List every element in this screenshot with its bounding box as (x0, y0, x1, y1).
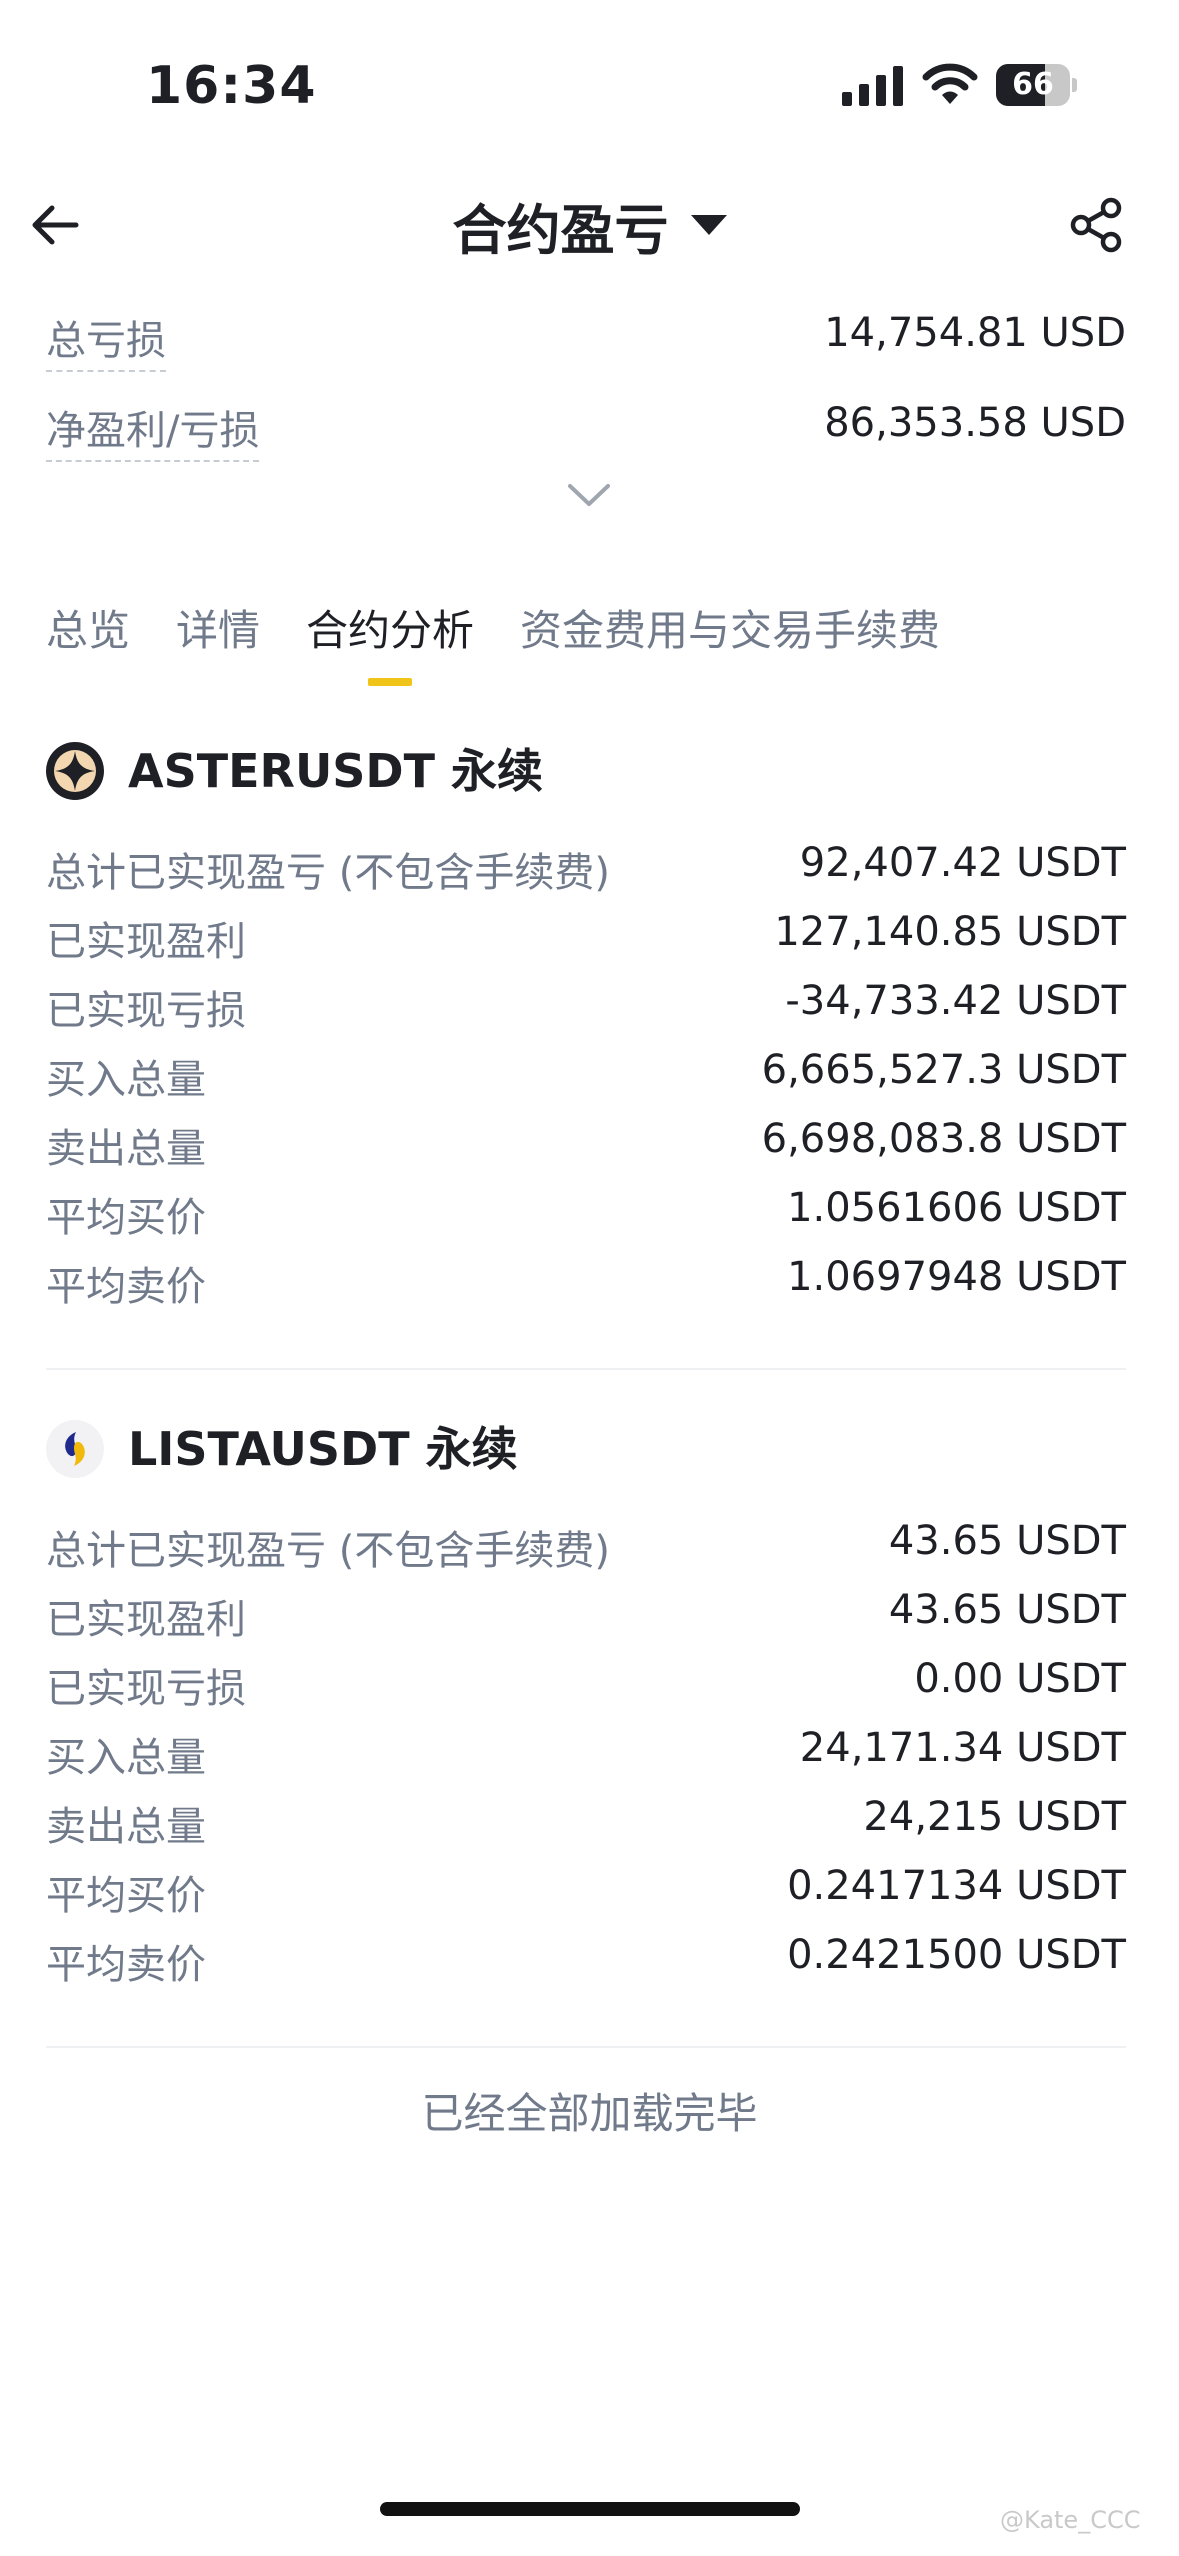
stat-label: 卖出总量 (46, 1804, 206, 1850)
stat-value: 0.2421500 USDT (787, 1932, 1126, 1978)
tab-label: 总览 (46, 606, 131, 655)
stat-value: 43.65 USDT (888, 1587, 1126, 1633)
stat-value: 0.00 USDT (914, 1656, 1126, 1702)
chevron-down-icon[interactable] (566, 480, 612, 510)
summary-row-total-loss: 总亏损 14,754.81 USD (46, 300, 1126, 390)
contract-section-lista: LISTAUSDT 永续 总计已实现盈亏 (不包含手续费) 43.65 USDT … (46, 1398, 1126, 1988)
stat-row: 平均卖价 0.2421500 USDT (46, 1922, 1126, 1991)
page-title[interactable]: 合约盈亏 (453, 186, 669, 265)
caret-down-icon[interactable] (690, 215, 727, 235)
stat-label: 已实现盈利 (46, 919, 246, 965)
summary-value: 14,754.81 USD (824, 310, 1126, 356)
stat-row: 总计已实现盈亏 (不包含手续费) 92,407.42 USDT (46, 830, 1126, 899)
status-time: 16:34 (146, 56, 317, 116)
stat-label: 平均卖价 (46, 1264, 206, 1310)
wifi-icon (922, 63, 978, 104)
contract-name: LISTAUSDT 永续 (128, 1422, 518, 1476)
battery-icon: 66 (996, 64, 1077, 106)
contract-name: ASTERUSDT 永续 (128, 744, 544, 798)
stat-label: 已实现亏损 (46, 1666, 246, 1712)
lista-coin-icon (46, 1420, 104, 1478)
home-indicator[interactable] (380, 2502, 800, 2516)
all-loaded-text: 已经全部加载完毕 (421, 2089, 758, 2138)
back-arrow-icon[interactable] (26, 196, 84, 254)
tab-contract-analysis[interactable]: 合约分析 (306, 596, 474, 696)
stat-value: 1.0561606 USDT (787, 1185, 1126, 1231)
stat-value: 127,140.85 USDT (774, 909, 1126, 955)
active-tab-indicator (368, 678, 413, 686)
share-icon[interactable] (1068, 196, 1126, 254)
stat-value: 1.0697948 USDT (787, 1254, 1126, 1300)
stat-label: 买入总量 (46, 1057, 206, 1103)
tab-details[interactable]: 详情 (176, 596, 260, 696)
watermark: @Kate_CCC (1000, 2506, 1141, 2534)
stat-row: 总计已实现盈亏 (不包含手续费) 43.65 USDT (46, 1508, 1126, 1577)
contract-header[interactable]: LISTAUSDT 永续 (46, 1398, 1126, 1498)
stat-label: 卖出总量 (46, 1126, 206, 1172)
stat-row: 平均买价 1.0561606 USDT (46, 1175, 1126, 1244)
contract-pnl-page: 16:34 66 合约盈亏 总亏损 14,754.81 USD 净盈利/亏损 8… (0, 0, 1179, 2556)
pnl-summary: 总亏损 14,754.81 USD 净盈利/亏损 86,353.58 USD (46, 300, 1126, 480)
stat-label: 平均买价 (46, 1873, 206, 1919)
stat-row: 已实现盈利 127,140.85 USDT (46, 899, 1126, 968)
stat-row: 已实现亏损 -34,733.42 USDT (46, 968, 1126, 1037)
stat-value: 6,698,083.8 USDT (761, 1116, 1126, 1162)
stat-row: 平均卖价 1.0697948 USDT (46, 1244, 1126, 1313)
stat-row: 已实现亏损 0.00 USDT (46, 1646, 1126, 1715)
stat-value: 6,665,527.3 USDT (761, 1047, 1126, 1093)
stat-label: 买入总量 (46, 1735, 206, 1781)
tab-label: 合约分析 (306, 606, 475, 655)
tab-label: 详情 (176, 606, 261, 655)
summary-row-net-pnl: 净盈利/亏损 86,353.58 USD (46, 390, 1126, 480)
battery-percent: 66 (1012, 67, 1054, 102)
tab-funding-fees[interactable]: 资金费用与交易手续费 (520, 596, 940, 696)
stat-row: 平均买价 0.2417134 USDT (46, 1853, 1126, 1922)
stat-value: -34,733.42 USDT (785, 978, 1126, 1024)
stat-value: 0.2417134 USDT (787, 1863, 1126, 1909)
stat-value: 24,171.34 USDT (799, 1725, 1126, 1771)
section-divider (46, 2046, 1126, 2048)
cellular-signal-icon (842, 66, 903, 106)
summary-value: 86,353.58 USD (824, 400, 1126, 446)
stat-row: 卖出总量 24,215 USDT (46, 1784, 1126, 1853)
contract-section-aster: ASTERUSDT 永续 总计已实现盈亏 (不包含手续费) 92,407.42 U… (46, 720, 1126, 1310)
summary-label[interactable]: 净盈利/亏损 (46, 398, 260, 462)
tab-bar: 总览 详情 合约分析 资金费用与交易手续费 (46, 596, 986, 696)
stat-label: 总计已实现盈亏 (不包含手续费) (46, 850, 610, 896)
stat-value: 24,215 USDT (863, 1794, 1126, 1840)
status-bar: 16:34 66 (0, 0, 1179, 170)
stat-value: 92,407.42 USDT (799, 840, 1126, 886)
section-divider (46, 1368, 1126, 1370)
stat-label: 已实现亏损 (46, 988, 246, 1034)
stat-label: 已实现盈利 (46, 1597, 246, 1643)
aster-coin-icon (46, 742, 104, 800)
stat-row: 卖出总量 6,698,083.8 USDT (46, 1106, 1126, 1175)
stat-row: 买入总量 6,665,527.3 USDT (46, 1037, 1126, 1106)
stat-label: 平均买价 (46, 1195, 206, 1241)
stat-row: 买入总量 24,171.34 USDT (46, 1715, 1126, 1784)
stat-label: 总计已实现盈亏 (不包含手续费) (46, 1528, 610, 1574)
stat-label: 平均卖价 (46, 1942, 206, 1988)
tab-label: 资金费用与交易手续费 (520, 606, 941, 655)
stat-row: 已实现盈利 43.65 USDT (46, 1577, 1126, 1646)
top-nav-bar: 合约盈亏 (0, 180, 1179, 270)
summary-label[interactable]: 总亏损 (46, 308, 166, 372)
contract-header[interactable]: ASTERUSDT 永续 (46, 720, 1126, 820)
tab-overview[interactable]: 总览 (46, 596, 130, 696)
stat-value: 43.65 USDT (888, 1518, 1126, 1564)
